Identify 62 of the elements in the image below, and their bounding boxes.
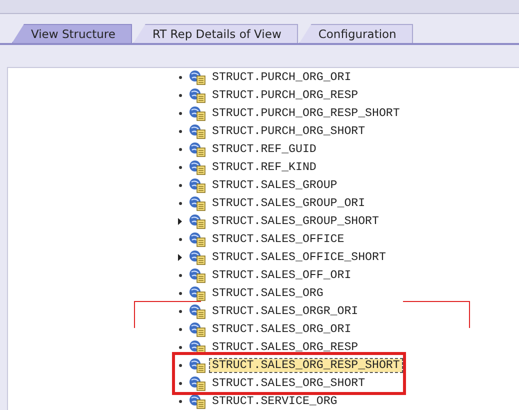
structure-icon — [189, 88, 206, 102]
expand-arrow-icon[interactable] — [178, 218, 182, 224]
bullet-icon — [178, 202, 182, 204]
bullet-icon — [178, 76, 182, 78]
structure-icon — [189, 214, 206, 228]
bullet-icon — [178, 310, 182, 312]
bullet-icon — [178, 328, 182, 330]
tree-item[interactable]: STRUCT.SALES_OFFICE — [210, 232, 346, 246]
bullet-icon — [178, 274, 182, 276]
tree-item[interactable]: STRUCT.SALES_ORGR_ORI — [210, 304, 360, 318]
annotation-bracket — [403, 301, 470, 328]
structure-icon — [189, 340, 206, 354]
tree-item[interactable]: STRUCT.SERVICE_ORG — [210, 394, 340, 408]
tab[interactable]: View Structure — [12, 24, 132, 43]
tab[interactable]: Configuration — [299, 24, 414, 43]
tree-item[interactable]: STRUCT.SALES_ORG_RESP_SHORT — [210, 358, 402, 372]
structure-icon — [189, 142, 206, 156]
bullet-icon — [178, 130, 182, 132]
bullet-icon — [178, 382, 182, 384]
bullet-icon — [178, 166, 182, 168]
tree-item[interactable]: STRUCT.SALES_ORG — [210, 286, 326, 300]
bullet-icon — [178, 184, 182, 186]
structure-icon — [189, 250, 206, 264]
bullet-icon — [178, 364, 182, 366]
structure-icon — [189, 106, 206, 120]
structure-icon — [189, 322, 206, 336]
tab[interactable]: RT Rep Details of View — [133, 24, 298, 43]
tree-item[interactable]: STRUCT.PURCH_ORG_ORI — [210, 70, 354, 84]
structure-icon — [189, 376, 206, 390]
structure-icon — [189, 232, 206, 246]
structure-icon — [189, 70, 206, 84]
bullet-icon — [178, 148, 182, 150]
structure-icon — [189, 394, 206, 408]
bullet-icon — [178, 94, 182, 96]
tree-item[interactable]: STRUCT.SALES_ORG_ORI — [210, 322, 354, 336]
expand-arrow-icon[interactable] — [178, 254, 182, 260]
tree-item[interactable]: STRUCT.SALES_OFF_ORI — [210, 268, 354, 282]
annotation-bracket — [134, 301, 201, 328]
structure-icon — [189, 196, 206, 210]
structure-icon — [189, 268, 206, 282]
tree-item[interactable]: STRUCT.SALES_OFFICE_SHORT — [210, 250, 388, 264]
structure-icon — [189, 178, 206, 192]
tree-item[interactable]: STRUCT.PURCH_ORG_RESP_SHORT — [210, 106, 402, 120]
structure-icon — [189, 304, 206, 318]
bullet-icon — [178, 238, 182, 240]
structure-icon — [189, 286, 206, 300]
tree-item[interactable]: STRUCT.PURCH_ORG_RESP — [210, 88, 360, 102]
bullet-icon — [178, 346, 182, 348]
bullet-icon — [178, 112, 182, 114]
tree-item[interactable]: STRUCT.SALES_ORG_SHORT — [210, 376, 368, 390]
tree-item[interactable]: STRUCT.SALES_ORG_RESP — [210, 340, 360, 354]
tree-item[interactable]: STRUCT.REF_GUID — [210, 142, 318, 156]
bullet-icon — [178, 400, 182, 402]
tree-item[interactable]: STRUCT.PURCH_ORG_SHORT — [210, 124, 368, 138]
structure-icon — [189, 358, 206, 372]
bullet-icon — [178, 292, 182, 294]
tree-item[interactable]: STRUCT.SALES_GROUP_SHORT — [210, 214, 381, 228]
tree-item[interactable]: STRUCT.SALES_GROUP_ORI — [210, 196, 368, 210]
structure-icon — [189, 160, 206, 174]
tree-item[interactable]: STRUCT.SALES_GROUP — [210, 178, 340, 192]
structure-icon — [189, 124, 206, 138]
tree-item[interactable]: STRUCT.REF_KIND — [210, 160, 318, 174]
